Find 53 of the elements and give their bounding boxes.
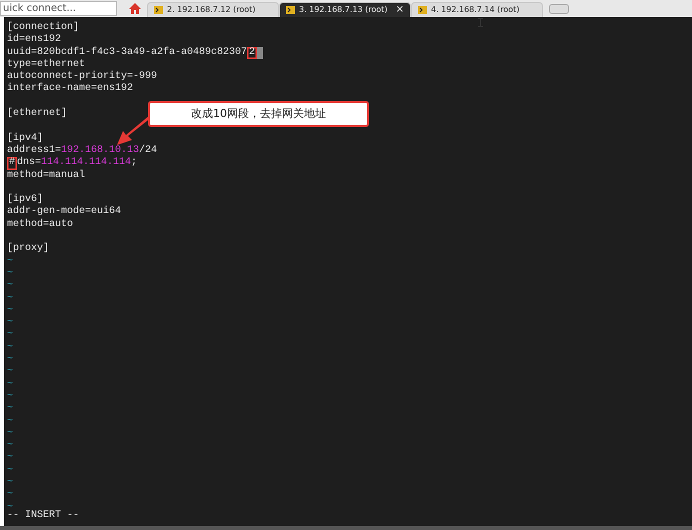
empty-line-marker: ~ — [7, 342, 14, 354]
code-text: 192.168.10.13 — [61, 144, 140, 157]
empty-line-marker: ~ — [7, 329, 14, 342]
empty-line-marker: ~ — [7, 354, 14, 366]
code-text: address1= — [7, 144, 62, 156]
empty-line-marker: ~ — [7, 317, 14, 330]
highlighted-text: 2 — [247, 46, 258, 59]
code-text: method=manual — [7, 170, 86, 182]
terminal-icon — [418, 6, 427, 14]
empty-line-marker: ~ — [7, 304, 14, 318]
highlighted-text: # — [7, 157, 18, 170]
code-text: uuid=820bcdf1-f4c3-3a49-a2fa-a0489c82307 — [7, 46, 248, 58]
empty-line-marker: ~ — [7, 428, 14, 440]
session-tab[interactable]: 2. 192.168.7.12 (root) — [147, 2, 279, 17]
terminal-icon — [154, 6, 163, 14]
empty-line-marker: ~ — [7, 378, 14, 391]
empty-line-marker: ~ — [7, 268, 14, 280]
code-text: [ethernet] — [7, 108, 68, 120]
code-text: [ipv4] — [7, 132, 44, 144]
code-text: ; — [131, 157, 138, 170]
code-text: dns= — [17, 157, 42, 170]
code-text: type=ethernet — [7, 58, 86, 70]
text-cursor — [257, 46, 264, 59]
code-text: /24 — [139, 144, 158, 158]
quick-connect-field[interactable]: uick connect... — [0, 1, 117, 16]
code-text: id=ens192 — [7, 34, 62, 46]
code-text: addr-gen-mode=eui64 — [7, 206, 122, 218]
session-tab[interactable]: 4. 192.168.7.14 (root) — [411, 2, 543, 17]
empty-line-marker: ~ — [7, 256, 14, 268]
empty-line-marker: ~ — [7, 452, 14, 465]
terminal-icon — [286, 6, 295, 14]
code-text: method=auto — [7, 218, 74, 232]
text-cursor-icon — [478, 18, 483, 27]
empty-line-marker: ~ — [7, 476, 14, 490]
home-icon[interactable] — [129, 3, 141, 14]
empty-line-marker: ~ — [7, 440, 14, 452]
code-text: [ipv6] — [7, 194, 44, 206]
code-text: interface-name=ens192 — [7, 83, 134, 96]
close-button[interactable]: × — [396, 5, 404, 15]
empty-line-marker: ~ — [7, 489, 14, 502]
empty-line-marker: ~ — [7, 464, 14, 477]
code-text: 114.114.114.114 — [41, 157, 132, 170]
session-tab[interactable]: 3. 192.168.7.13 (root) × — [279, 2, 411, 17]
callout-note: 改成10网段，去掉网关地址 — [148, 101, 369, 127]
empty-line-marker: ~ — [7, 366, 14, 379]
empty-line-marker: ~ — [7, 416, 14, 428]
code-text: [proxy] — [7, 243, 50, 256]
empty-line-marker: ~ — [7, 280, 14, 293]
empty-line-marker: ~ — [7, 390, 14, 404]
code-text: autoconnect-priority=-999 — [7, 71, 158, 82]
code-text: [connection] — [7, 22, 80, 34]
empty-line-marker: ~ — [7, 403, 14, 416]
empty-line-marker: ~ — [7, 292, 14, 305]
